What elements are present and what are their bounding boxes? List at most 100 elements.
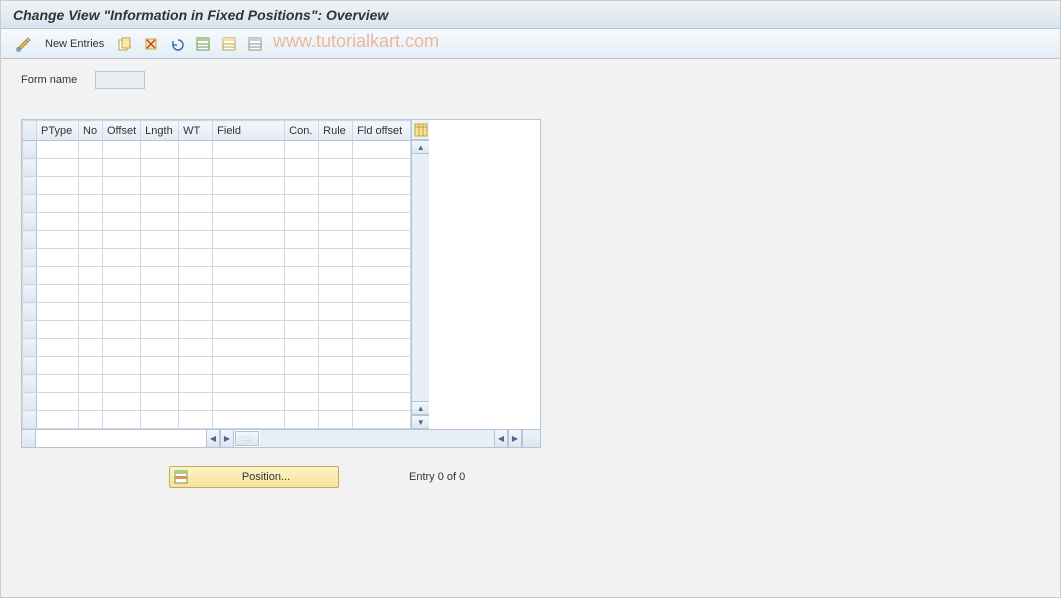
column-header[interactable]: Offset xyxy=(103,121,141,141)
cell[interactable] xyxy=(213,213,285,231)
cell[interactable] xyxy=(353,339,411,357)
column-header[interactable]: Fld offset xyxy=(353,121,411,141)
cell[interactable] xyxy=(141,285,179,303)
cell[interactable] xyxy=(79,177,103,195)
form-name-input[interactable] xyxy=(95,71,145,89)
cell[interactable] xyxy=(37,357,79,375)
cell[interactable] xyxy=(319,357,353,375)
cell[interactable] xyxy=(213,231,285,249)
cell[interactable] xyxy=(213,321,285,339)
cell[interactable] xyxy=(319,231,353,249)
column-header[interactable]: Rule xyxy=(319,121,353,141)
cell[interactable] xyxy=(37,411,79,429)
cell[interactable] xyxy=(179,321,213,339)
cell[interactable] xyxy=(285,357,319,375)
cell[interactable] xyxy=(213,267,285,285)
cell[interactable] xyxy=(319,393,353,411)
cell[interactable] xyxy=(79,141,103,159)
cell[interactable] xyxy=(319,321,353,339)
scroll-left-end-button[interactable]: ◀ xyxy=(494,430,508,447)
cell[interactable] xyxy=(213,195,285,213)
cell[interactable] xyxy=(79,393,103,411)
cell[interactable] xyxy=(37,231,79,249)
cell[interactable] xyxy=(79,339,103,357)
undo-button[interactable] xyxy=(166,33,188,55)
cell[interactable] xyxy=(285,267,319,285)
cell[interactable] xyxy=(213,141,285,159)
cell[interactable] xyxy=(319,141,353,159)
cell[interactable] xyxy=(285,375,319,393)
row-selector[interactable] xyxy=(23,375,37,393)
new-entries-button[interactable]: New Entries xyxy=(39,33,110,55)
cell[interactable] xyxy=(141,177,179,195)
cell[interactable] xyxy=(141,267,179,285)
cell[interactable] xyxy=(79,303,103,321)
column-header[interactable]: Con. xyxy=(285,121,319,141)
cell[interactable] xyxy=(319,411,353,429)
cell[interactable] xyxy=(353,303,411,321)
cell[interactable] xyxy=(79,375,103,393)
cell[interactable] xyxy=(37,393,79,411)
column-header[interactable]: No xyxy=(79,121,103,141)
cell[interactable] xyxy=(179,159,213,177)
cell[interactable] xyxy=(103,213,141,231)
row-selector[interactable] xyxy=(23,357,37,375)
row-selector[interactable] xyxy=(23,249,37,267)
cell[interactable] xyxy=(213,411,285,429)
cell[interactable] xyxy=(353,177,411,195)
cell[interactable] xyxy=(285,303,319,321)
cell[interactable] xyxy=(103,195,141,213)
cell[interactable] xyxy=(179,375,213,393)
cell[interactable] xyxy=(179,177,213,195)
cell[interactable] xyxy=(37,339,79,357)
cell[interactable] xyxy=(79,231,103,249)
cell[interactable] xyxy=(353,393,411,411)
cell[interactable] xyxy=(285,141,319,159)
column-header[interactable]: PType xyxy=(37,121,79,141)
cell[interactable] xyxy=(141,303,179,321)
cell[interactable] xyxy=(213,285,285,303)
cell[interactable] xyxy=(79,321,103,339)
cell[interactable] xyxy=(103,357,141,375)
cell[interactable] xyxy=(213,249,285,267)
column-header[interactable]: Lngth xyxy=(141,121,179,141)
cell[interactable] xyxy=(103,393,141,411)
configure-columns-button[interactable] xyxy=(412,120,429,140)
cell[interactable] xyxy=(353,195,411,213)
cell[interactable] xyxy=(353,213,411,231)
select-all-rows[interactable] xyxy=(23,121,37,141)
row-selector[interactable] xyxy=(23,267,37,285)
scroll-right-end-button[interactable]: ▶ xyxy=(508,430,522,447)
cell[interactable] xyxy=(79,267,103,285)
cell[interactable] xyxy=(285,195,319,213)
row-selector[interactable] xyxy=(23,339,37,357)
cell[interactable] xyxy=(103,339,141,357)
cell[interactable] xyxy=(285,213,319,231)
cell[interactable] xyxy=(37,375,79,393)
vertical-scrollbar[interactable]: ▲ ▲ ▼ xyxy=(411,120,429,429)
cell[interactable] xyxy=(319,267,353,285)
cell[interactable] xyxy=(319,213,353,231)
position-button[interactable]: Position... xyxy=(169,466,339,488)
cell[interactable] xyxy=(213,303,285,321)
row-selector[interactable] xyxy=(23,195,37,213)
cell[interactable] xyxy=(353,159,411,177)
cell[interactable] xyxy=(103,231,141,249)
select-all-button[interactable] xyxy=(192,33,214,55)
scroll-up-small-button[interactable]: ▲ xyxy=(412,401,429,415)
cell[interactable] xyxy=(285,411,319,429)
scroll-track[interactable] xyxy=(412,154,429,401)
row-selector[interactable] xyxy=(23,285,37,303)
delete-button[interactable] xyxy=(140,33,162,55)
cell[interactable] xyxy=(353,375,411,393)
cell[interactable] xyxy=(179,141,213,159)
scroll-down-button[interactable]: ▼ xyxy=(412,415,429,429)
cell[interactable] xyxy=(141,141,179,159)
cell[interactable] xyxy=(285,159,319,177)
cell[interactable] xyxy=(179,285,213,303)
cell[interactable] xyxy=(285,339,319,357)
cell[interactable] xyxy=(37,177,79,195)
toggle-edit-button[interactable] xyxy=(13,33,35,55)
cell[interactable] xyxy=(285,321,319,339)
cell[interactable] xyxy=(319,303,353,321)
